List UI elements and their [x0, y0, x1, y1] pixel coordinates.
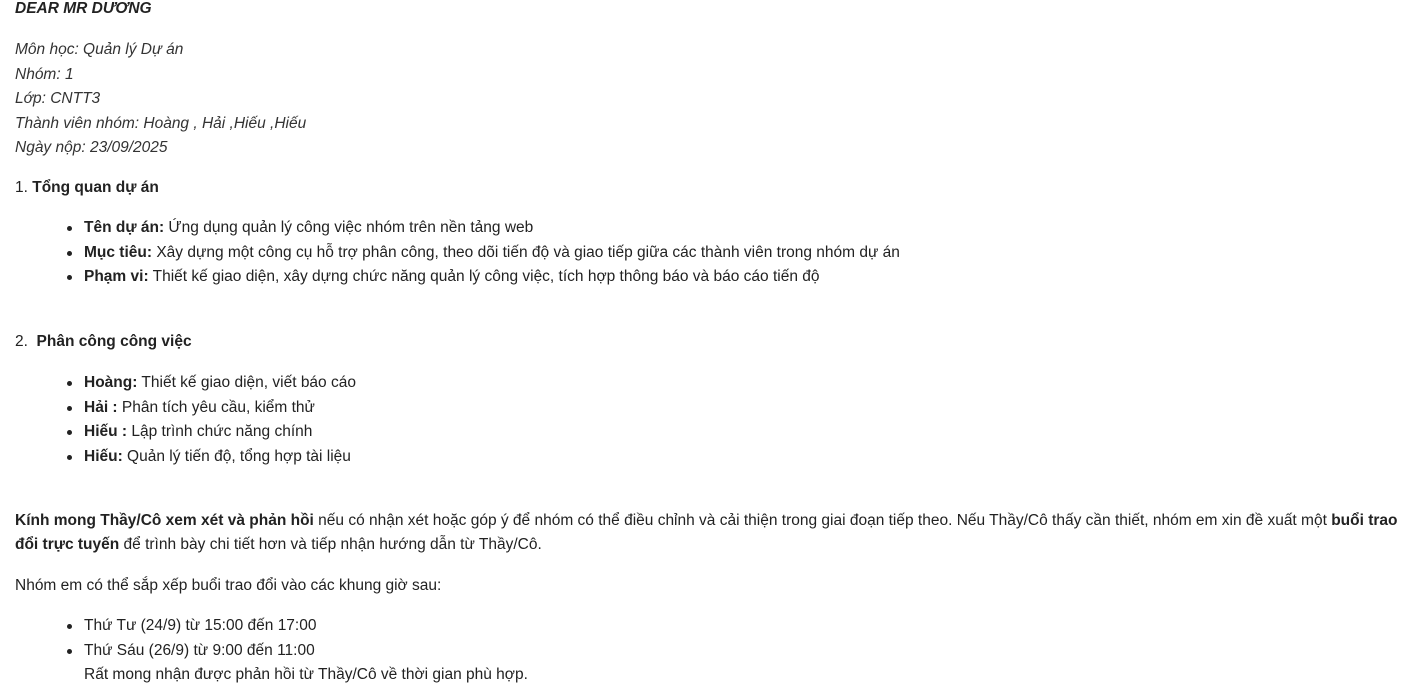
section1-number: 1.: [15, 179, 33, 196]
schedule-intro: Nhóm em có thể sắp xếp buổi trao đổi vào…: [15, 577, 442, 594]
item-label: Mục tiêu:: [84, 243, 153, 261]
closing-text-2: để trình bày chi tiết hơn và tiếp nhận h…: [119, 536, 542, 553]
item-text: Ứng dụng quản lý công việc nhóm trên nền…: [164, 219, 534, 236]
schedule-list: Thứ Tư (24/9) từ 15:00 đến 17:00 Thứ Sáu…: [67, 614, 528, 688]
list-item: Hoàng: Thiết kế giao diện, viết báo cáo: [67, 371, 356, 396]
meta-class: Lớp: CNTT3: [15, 90, 101, 107]
item-text: Thiết kế giao diện, viết báo cáo: [137, 374, 356, 391]
item-text: Phân tích yêu cầu, kiểm thử: [117, 398, 315, 416]
closing-text-1: nếu có nhận xét hoặc góp ý để nhóm có th…: [313, 512, 1332, 529]
meta-members: Thành viên nhóm: Hoàng , Hải ,Hiếu ,Hiếu: [15, 114, 307, 132]
item-label: Phạm vi:: [84, 268, 149, 285]
list-item: Hiếu: Quản lý tiến độ, tổng hợp tài liệu: [67, 445, 356, 470]
schedule-item: Thứ Sáu (26/9) từ 9:00 đến 11:00: [67, 639, 528, 664]
section2-list: Hoàng: Thiết kế giao diện, viết báo cáo …: [67, 371, 356, 470]
meta-date: Ngày nộp: 23/09/2025: [15, 139, 168, 156]
meta-subject: Môn học: Quản lý Dự án: [15, 41, 184, 58]
section1-heading: 1. Tổng quan dự án: [15, 176, 159, 200]
list-item: Mục tiêu: Xây dựng một công cụ hỗ trợ ph…: [67, 241, 900, 266]
section1-list: Tên dự án: Ứng dụng quản lý công việc nh…: [67, 216, 900, 290]
closing-paragraph: Kính mong Thầy/Cô xem xét và phản hồi nế…: [15, 509, 1400, 557]
section2-title: Phân công công việc: [36, 333, 192, 350]
item-label: Tên dự án:: [84, 219, 165, 236]
greeting: DEAR MR DƯƠNG: [15, 0, 152, 17]
item-text: Thiết kế giao diện, xây dựng chức năng q…: [148, 268, 820, 285]
item-text: Lập trình chức năng chính: [127, 423, 313, 440]
item-label: Hải :: [84, 398, 118, 416]
schedule-item: Thứ Tư (24/9) từ 15:00 đến 17:00: [67, 614, 528, 639]
list-item: Hiếu : Lập trình chức năng chính: [67, 420, 356, 445]
section1-title: Tổng quan dự án: [32, 179, 159, 196]
meta-block: Môn học: Quản lý Dự án Nhóm: 1 Lớp: CNTT…: [15, 38, 306, 161]
item-text: Quản lý tiến độ, tổng hợp tài liệu: [122, 447, 351, 465]
final-line: Rất mong nhận được phản hồi từ Thầy/Cô v…: [84, 666, 528, 683]
item-label: Hiếu:: [84, 447, 123, 465]
list-item: Tên dự án: Ứng dụng quản lý công việc nh…: [67, 216, 900, 241]
list-item: Phạm vi: Thiết kế giao diện, xây dựng ch…: [67, 265, 900, 290]
section2-number: 2.: [15, 333, 37, 350]
item-label: Hoàng:: [84, 374, 138, 391]
item-label: Hiếu :: [84, 423, 128, 440]
section2-heading: 2. Phân công công việc: [15, 330, 192, 354]
list-item: Hải : Phân tích yêu cầu, kiểm thử: [67, 396, 356, 421]
closing-bold-1: Kính mong Thầy/Cô xem xét và phản hồi: [15, 512, 314, 529]
meta-group: Nhóm: 1: [15, 65, 74, 83]
item-text: Xây dựng một công cụ hỗ trợ phân công, t…: [152, 243, 900, 261]
